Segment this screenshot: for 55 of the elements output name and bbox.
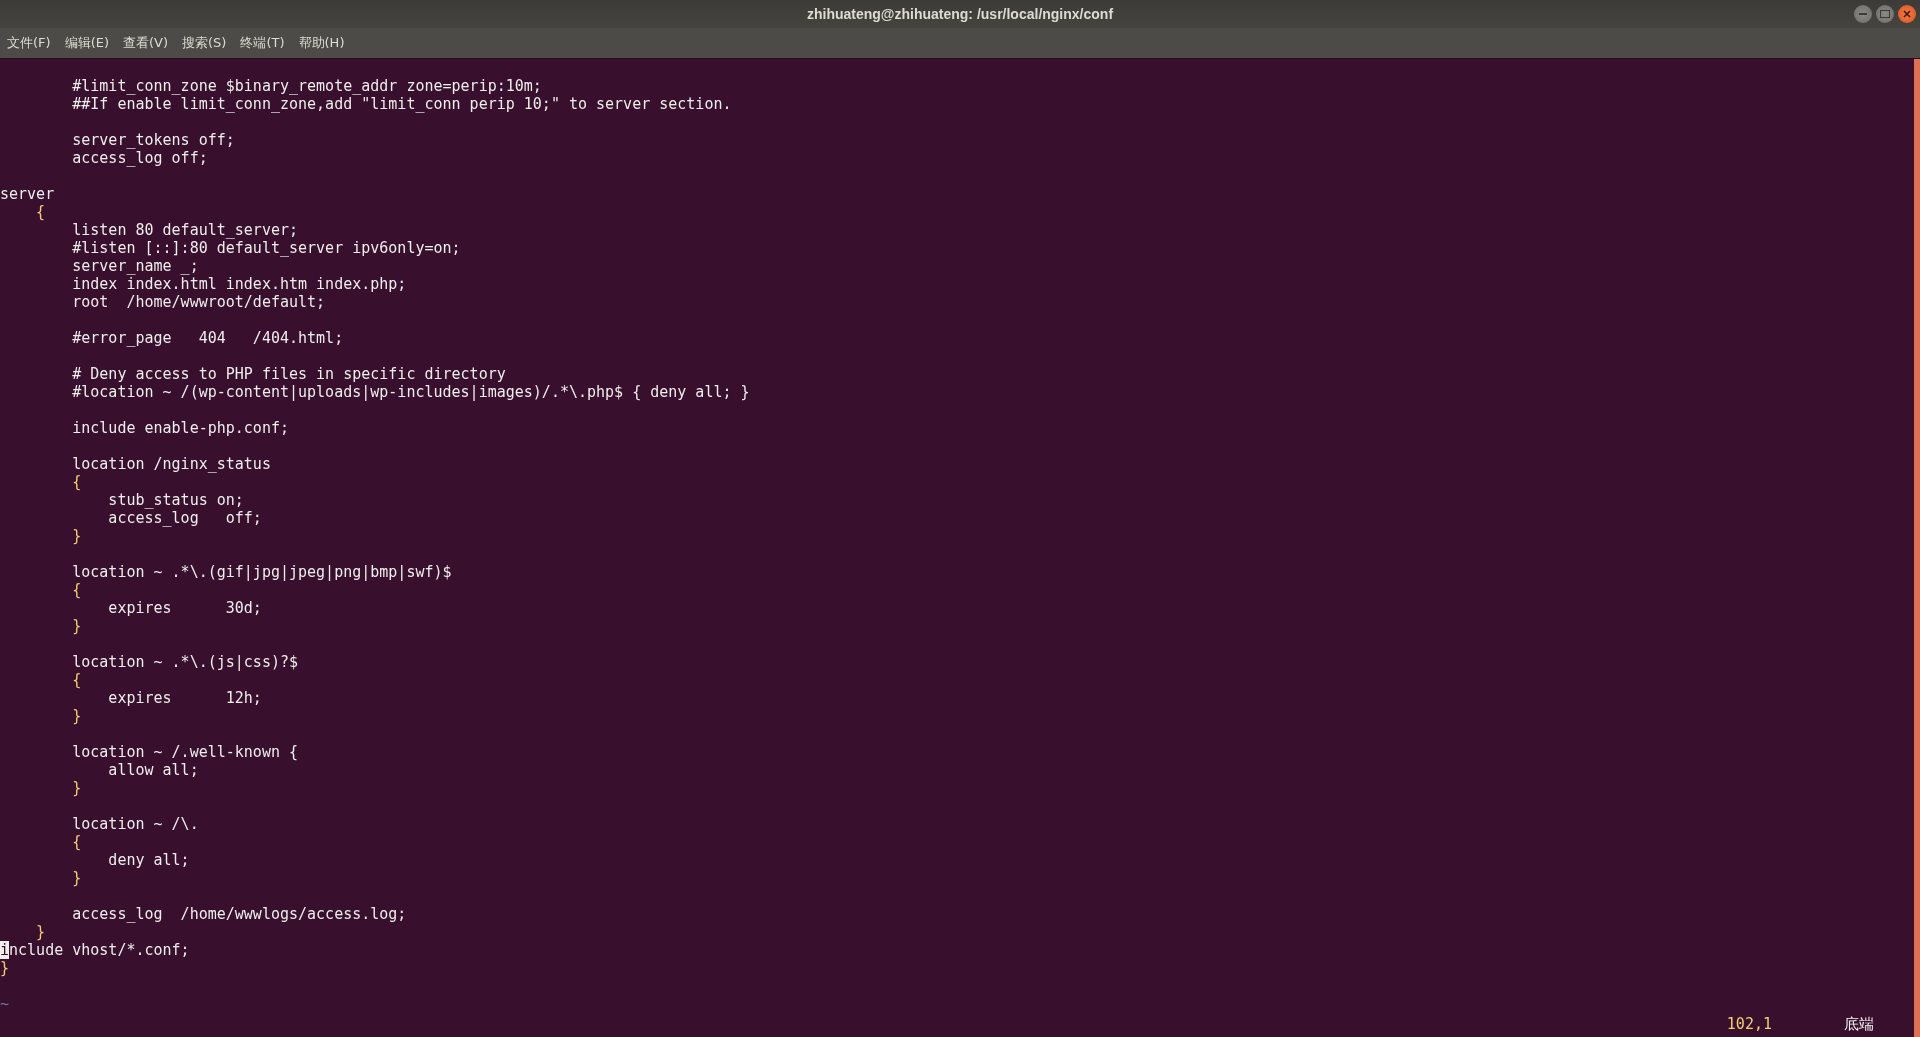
code-line: { xyxy=(71,473,82,491)
code-line: stub_status on; xyxy=(107,491,244,509)
code-line: #limit_conn_zone $binary_remote_addr zone=perip:10m; xyxy=(71,77,542,95)
text-cursor: i xyxy=(0,941,10,959)
menu-item[interactable]: 帮助(H) xyxy=(297,34,346,52)
code-line: allow all; xyxy=(107,761,199,779)
code-line: #listen [::]:80 default_server ipv6only=on; xyxy=(71,239,461,257)
code-line: { xyxy=(35,203,46,221)
code-line: location ~ /.well-known { xyxy=(71,743,298,761)
menu-item[interactable]: 终端(T) xyxy=(239,34,286,52)
code-line: index index.html index.htm index.php; xyxy=(71,275,407,293)
code-line: } xyxy=(0,959,10,977)
code-line: location /nginx_status xyxy=(71,455,271,473)
code-line: access_log off; xyxy=(107,509,262,527)
code-line: #location ~ /(wp-content|uploads|wp-includes|images)/.*\.php$ { deny all; } xyxy=(71,383,750,401)
scroll-position: 底端 xyxy=(1844,1015,1874,1033)
code-line: } xyxy=(71,527,82,545)
menu-item[interactable]: 编辑(E) xyxy=(63,34,110,52)
menu-item[interactable]: 查看(V) xyxy=(122,34,170,52)
code-line: { xyxy=(71,671,82,689)
code-line: server_name _; xyxy=(71,257,199,275)
code-line: location ~ /\. xyxy=(71,815,199,833)
code-line: { xyxy=(71,833,82,851)
code-line: listen 80 default_server; xyxy=(71,221,298,239)
code-line: deny all; xyxy=(107,851,190,869)
cursor-position: 102,1 xyxy=(1726,1015,1772,1033)
code-line: server_tokens off; xyxy=(71,131,235,149)
code-line: access_log off; xyxy=(71,149,208,167)
code-line: include enable-php.conf; xyxy=(71,419,289,437)
menu-item[interactable]: 文件(F) xyxy=(6,34,52,52)
close-icon xyxy=(1902,9,1912,19)
code-line: ##If enable limit_conn_zone,add "limit_conn perip 10;" to server section. xyxy=(71,95,732,113)
code-line: } xyxy=(71,779,82,797)
code-line: root /home/wwwroot/default; xyxy=(71,293,326,311)
empty-line-marker: ~ xyxy=(0,995,10,1013)
code-line: } xyxy=(71,617,82,635)
code-line: } xyxy=(71,707,82,725)
code-line: expires 30d; xyxy=(107,599,262,617)
code-line: location ~ .*\.(gif|jpg|jpeg|png|bmp|swf)$ xyxy=(71,563,452,581)
code-line: access_log /home/wwwlogs/access.log; xyxy=(71,905,407,923)
minimize-button[interactable] xyxy=(1854,5,1872,23)
code-line: } xyxy=(71,869,82,887)
menu-item[interactable]: 搜索(S) xyxy=(181,34,228,52)
code-line: server xyxy=(0,185,55,203)
code-line: nclude vhost/*.conf; xyxy=(9,941,190,959)
code-line: } xyxy=(35,923,46,941)
code-line: location ~ .*\.(js|css)?$ xyxy=(71,653,298,671)
maximize-button[interactable] xyxy=(1876,5,1894,23)
window-title: zhihuateng@zhihuateng: /usr/local/nginx/conf xyxy=(806,6,1114,22)
code-line: { xyxy=(71,581,82,599)
close-button[interactable] xyxy=(1898,5,1916,23)
code-line: #error_page 404 /404.html; xyxy=(71,329,344,347)
code-line: expires 12h; xyxy=(107,689,262,707)
scrollbar[interactable] xyxy=(1914,59,1920,1037)
code-line: # Deny access to PHP files in specific directory xyxy=(71,365,506,383)
